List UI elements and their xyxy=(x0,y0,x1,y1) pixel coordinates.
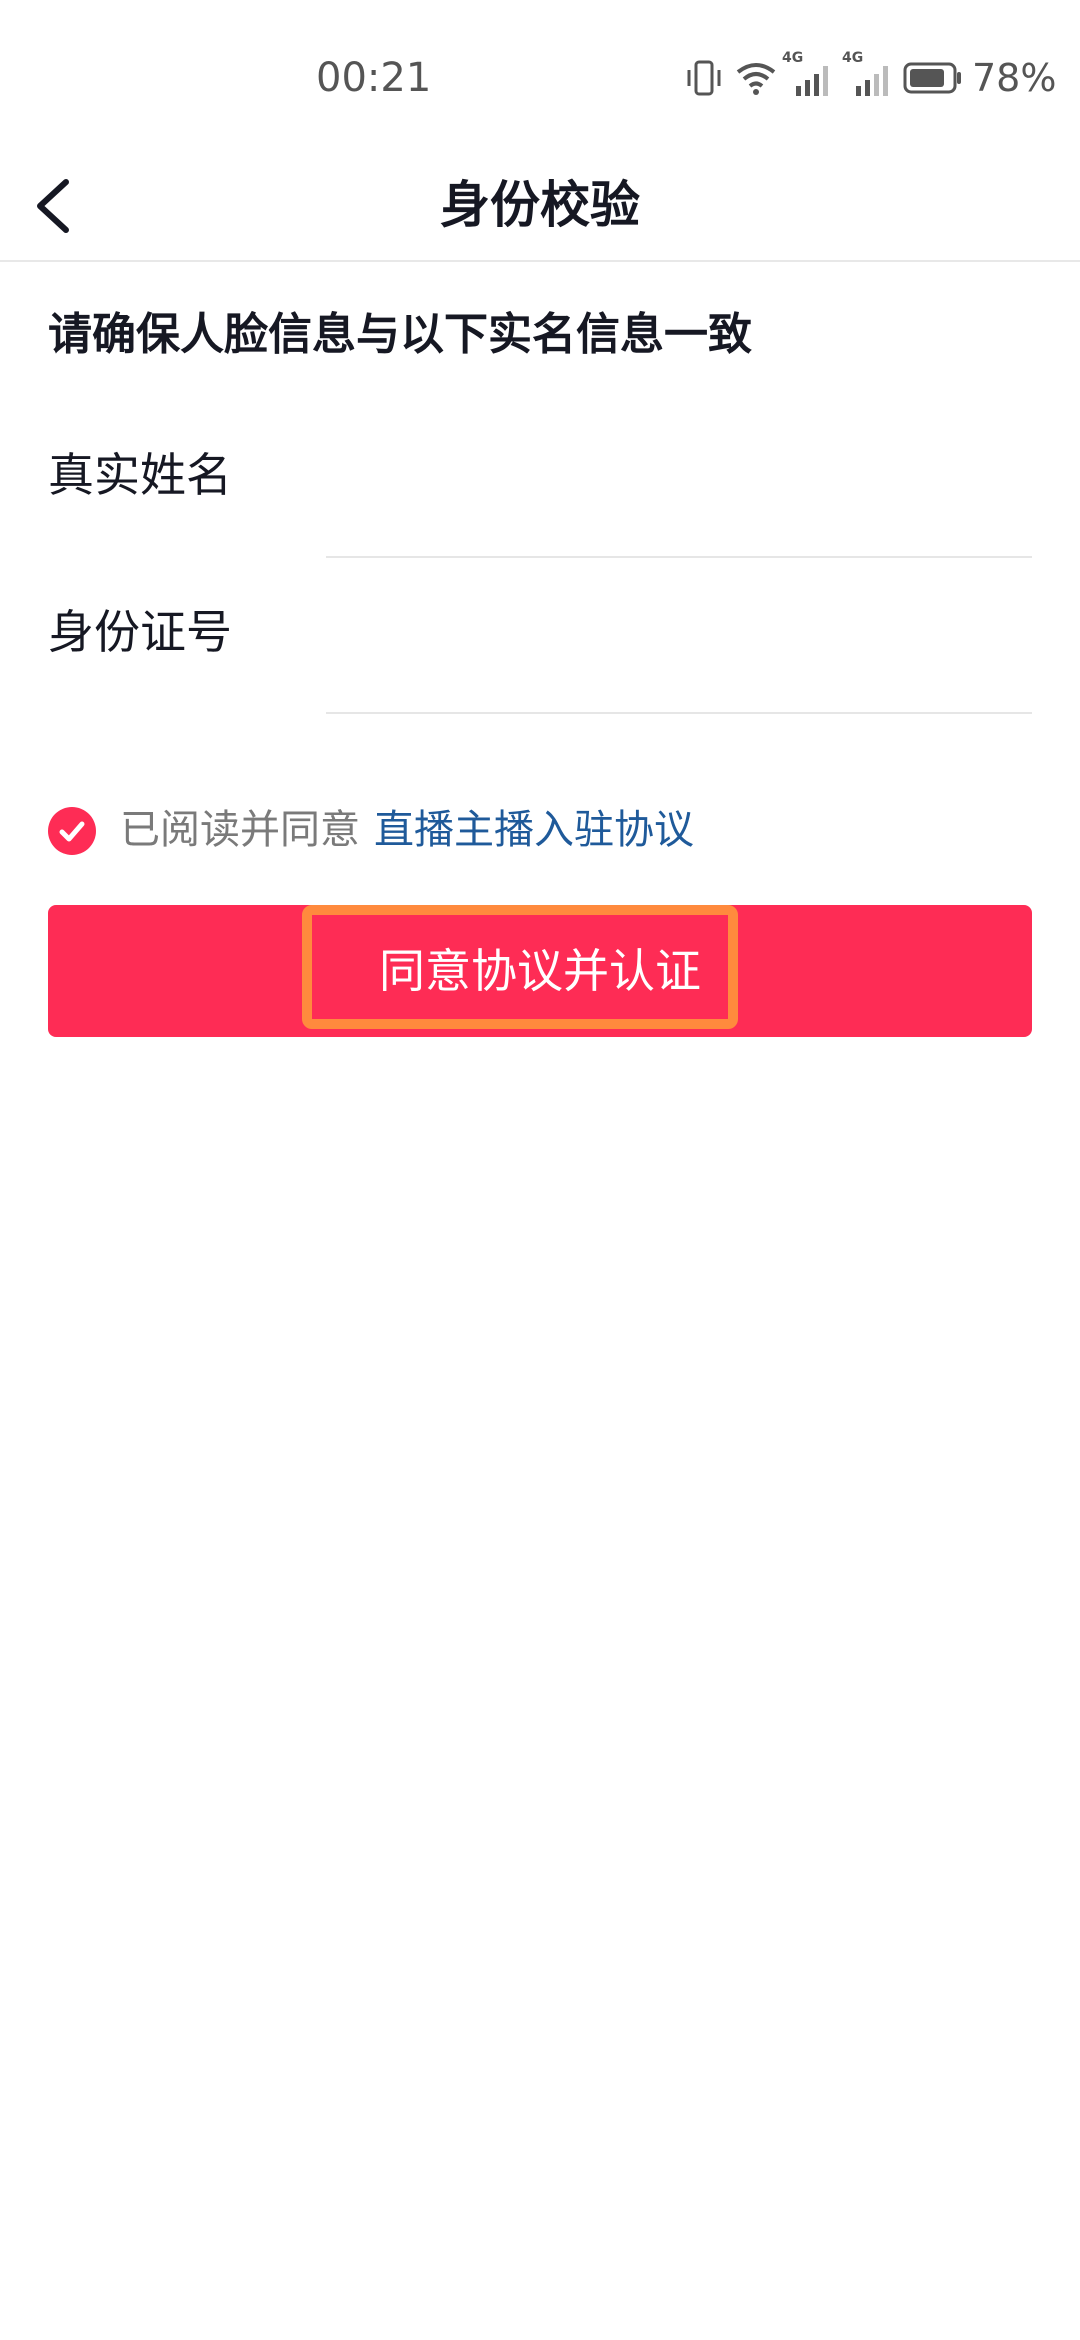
wifi-icon xyxy=(736,63,776,95)
agreement-prefix: 已阅读并同意 xyxy=(120,807,360,853)
back-button[interactable] xyxy=(26,166,106,246)
agreement-link[interactable]: 直播主播入驻协议 xyxy=(374,807,694,853)
page-title: 身份校验 xyxy=(440,176,640,234)
id-number-label: 身份证号 xyxy=(48,605,232,659)
chevron-left-icon xyxy=(37,179,69,233)
nav-bar: 身份校验 xyxy=(0,150,1080,262)
signal-bars-icon xyxy=(796,66,828,96)
status-bar: 00:21 4G 4G 78% xyxy=(0,0,1080,150)
real-name-input[interactable] xyxy=(326,466,1032,558)
battery-percent: 78% xyxy=(972,56,1057,100)
agreement-text: 已阅读并同意 直播主播入驻协议 xyxy=(120,800,694,860)
signal-2: 4G xyxy=(842,50,894,100)
id-number-input[interactable] xyxy=(326,622,1032,714)
agreement-row: 已阅读并同意 直播主播入驻协议 xyxy=(48,800,1028,860)
agreement-checkbox[interactable] xyxy=(48,807,96,855)
agree-and-verify-button[interactable]: 同意协议并认证 xyxy=(48,905,1032,1037)
verification-notice: 请确保人脸信息与以下实名信息一致 xyxy=(48,309,752,360)
checkmark-icon xyxy=(59,821,85,842)
signal-bars-icon xyxy=(856,66,888,96)
real-name-label: 真实姓名 xyxy=(48,448,232,502)
agree-and-verify-label: 同意协议并认证 xyxy=(379,945,701,997)
battery-icon xyxy=(903,62,961,94)
status-time: 00:21 xyxy=(316,55,432,101)
vibrate-icon xyxy=(687,60,721,96)
signal-1: 4G xyxy=(782,50,834,100)
